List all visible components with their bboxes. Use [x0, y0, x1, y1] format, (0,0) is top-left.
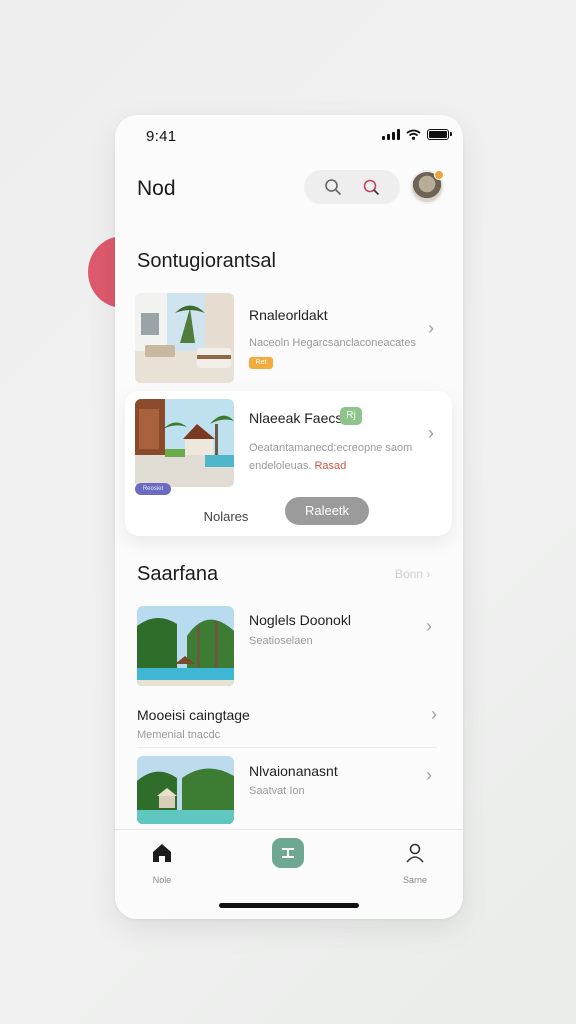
- list-item-subtitle: Saatvat Ion: [249, 785, 305, 797]
- primary-action-button[interactable]: Raleetk: [285, 497, 369, 525]
- phone-frame: 9:41 Nod Sontugiorantsal Rnaleorldakt Na…: [115, 115, 463, 919]
- grid-icon: [282, 848, 294, 858]
- list-item-subtitle: Memenial tnacdc: [137, 729, 221, 741]
- status-time: 9:41: [146, 128, 177, 145]
- chevron-right-icon[interactable]: ›: [426, 617, 432, 635]
- add-button[interactable]: [272, 838, 304, 868]
- listing-title: Rnaleorldakt: [249, 307, 328, 323]
- listing-tag: Reosiet: [135, 483, 171, 495]
- listing-image: [135, 293, 234, 383]
- tab-home-label: Nole: [152, 875, 172, 885]
- listing-image: [135, 399, 234, 487]
- signal-icon: [382, 129, 400, 140]
- tab-profile-label: Sarne: [402, 875, 428, 885]
- listing-subtitle-line2: endeloleuas. Rasad: [249, 460, 346, 472]
- listing-image: [137, 756, 234, 824]
- tab-home[interactable]: Nole: [145, 842, 179, 885]
- battery-icon: [427, 129, 452, 140]
- app-title: Nod: [137, 177, 176, 200]
- list-item-title: Mooeisi caingtage: [137, 707, 250, 723]
- home-indicator: [219, 903, 359, 908]
- listing-subtitle-text: endeloleuas.: [249, 460, 312, 472]
- listing-image: [137, 606, 234, 686]
- section-title-featured: Sontugiorantsal: [137, 250, 276, 272]
- profile-icon: [406, 843, 424, 863]
- notification-dot: [434, 170, 444, 180]
- search-bar[interactable]: [304, 170, 400, 204]
- tab-add[interactable]: [272, 838, 306, 868]
- see-all-label: Bonn: [395, 567, 424, 581]
- divider: [137, 747, 437, 748]
- status-icons: [382, 129, 452, 140]
- chevron-right-icon[interactable]: ›: [428, 319, 434, 337]
- list-item-subtitle: Seatioselaen: [249, 635, 313, 647]
- listing-subtitle: Naceoln Hegarcsanclaconeacates: [249, 337, 416, 349]
- secondary-action-button[interactable]: Nolares: [187, 503, 265, 531]
- see-all-link[interactable]: Bonn ›: [395, 567, 430, 581]
- listing-badge: Rj: [340, 407, 362, 425]
- section-title-recent: Saarfana: [137, 563, 219, 585]
- listing-highlight: Rasad: [314, 460, 347, 472]
- list-item-title: Nlvaionanasnt: [249, 763, 338, 779]
- tab-profile[interactable]: Sarne: [398, 842, 432, 885]
- search-icon[interactable]: [324, 178, 342, 196]
- search-alt-icon[interactable]: [362, 178, 380, 196]
- chevron-right-icon[interactable]: ›: [428, 424, 434, 442]
- chevron-right-icon: ›: [426, 567, 431, 581]
- status-bar: 9:41: [115, 115, 463, 159]
- home-icon: [153, 844, 171, 862]
- chevron-right-icon[interactable]: ›: [426, 766, 432, 784]
- listing-badge: Ret: [249, 357, 273, 369]
- listing-subtitle: Oeatantamanecd:ecreopne saom: [249, 442, 413, 454]
- list-item-title: Noglels Doonokl: [249, 612, 351, 628]
- avatar[interactable]: [410, 170, 444, 204]
- listing-title: Nlaeeak Faecs: [249, 410, 343, 426]
- chevron-right-icon[interactable]: ›: [431, 705, 437, 723]
- wifi-icon: [406, 129, 421, 140]
